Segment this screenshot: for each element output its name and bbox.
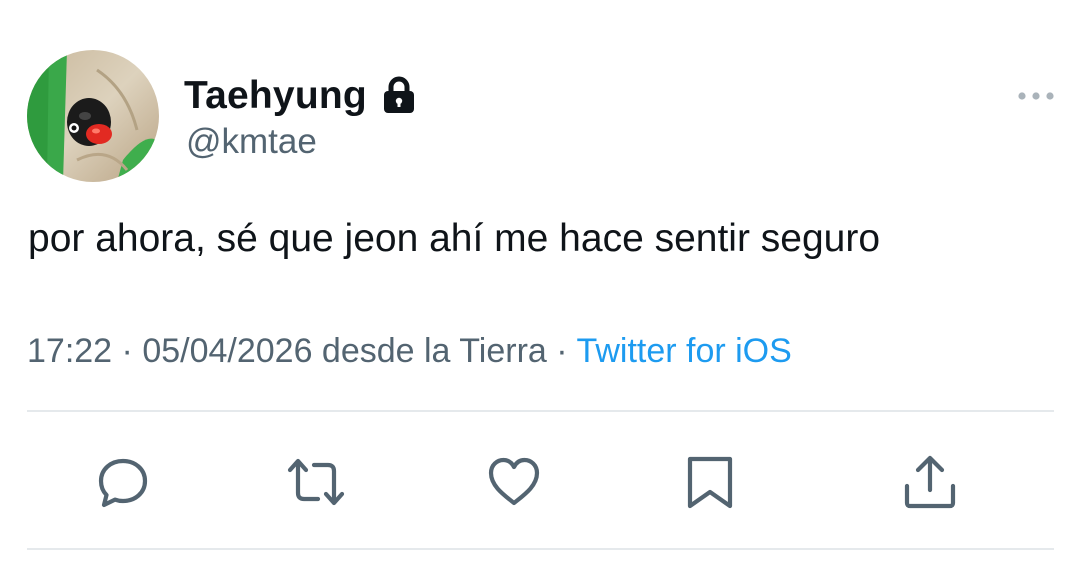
divider bbox=[27, 410, 1054, 412]
reply-icon bbox=[98, 458, 148, 508]
tweet-date-location[interactable]: 05/04/2026 desde la Tierra bbox=[142, 332, 547, 370]
more-options-icon[interactable] bbox=[1014, 86, 1058, 106]
heart-icon bbox=[488, 457, 540, 506]
meta-separator: · bbox=[546, 332, 577, 370]
bookmark-icon bbox=[687, 456, 733, 509]
share-button[interactable] bbox=[900, 452, 960, 512]
divider bbox=[27, 548, 1054, 550]
retweet-icon bbox=[287, 458, 345, 506]
tweet-time[interactable]: 17:22 bbox=[27, 332, 112, 370]
lock-icon bbox=[379, 75, 419, 115]
like-button[interactable] bbox=[484, 452, 544, 512]
reply-button[interactable] bbox=[93, 452, 153, 512]
handle[interactable]: @kmtae bbox=[186, 124, 317, 159]
avatar-image bbox=[27, 50, 159, 182]
retweet-button[interactable] bbox=[286, 452, 346, 512]
bookmark-button[interactable] bbox=[680, 452, 740, 512]
tweet-meta: 17:22 · 05/04/2026 desde la Tierra · Twi… bbox=[27, 331, 792, 372]
avatar[interactable] bbox=[27, 50, 159, 182]
author-name-row[interactable]: Taehyung bbox=[184, 70, 419, 120]
share-icon bbox=[904, 455, 956, 509]
meta-separator: · bbox=[112, 332, 143, 370]
tweet-source-link[interactable]: Twitter for iOS bbox=[576, 332, 791, 370]
display-name[interactable]: Taehyung bbox=[184, 76, 367, 115]
tweet-text: por ahora, sé que jeon ahí me hace senti… bbox=[28, 217, 881, 260]
